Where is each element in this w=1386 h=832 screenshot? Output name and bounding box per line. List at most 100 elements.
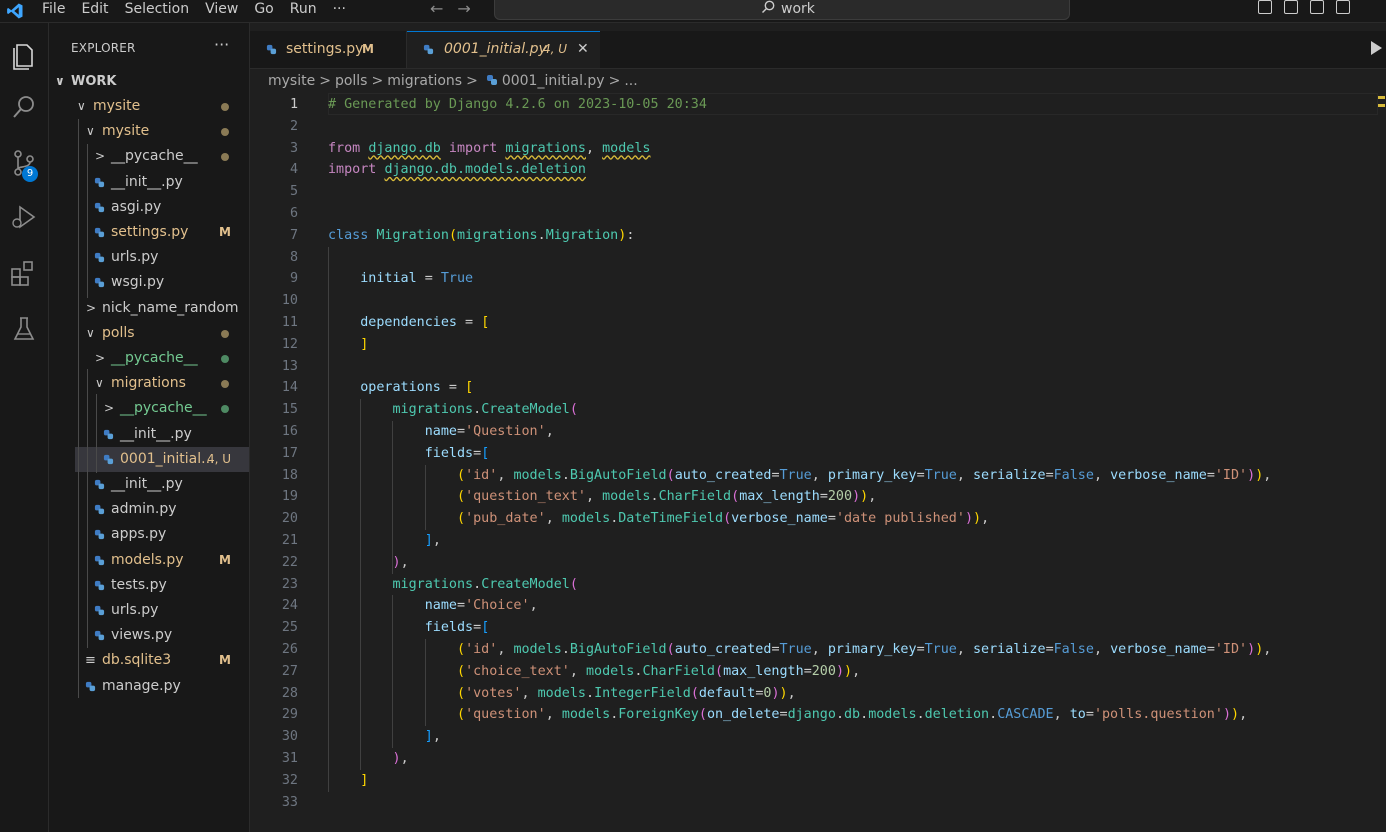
code-token: models — [561, 707, 611, 723]
code-line[interactable]: dependencies = [ — [328, 312, 489, 334]
breadcrumb-item[interactable]: polls — [335, 73, 368, 89]
run-debug-icon[interactable] — [6, 199, 42, 235]
tree-file[interactable]: settings.py M — [49, 220, 249, 245]
code-line[interactable]: from django.db import migrations, models — [328, 138, 651, 160]
search-icon[interactable] — [6, 89, 42, 125]
customize-layout-icon[interactable] — [1336, 0, 1350, 14]
vscode-logo-icon[interactable] — [6, 2, 24, 20]
python-file-icon — [94, 227, 105, 238]
tree-file[interactable]: apps.py — [49, 522, 249, 547]
code-line[interactable]: name='Question', — [328, 421, 554, 443]
code-line[interactable]: ] — [328, 334, 368, 356]
workspace-root[interactable]: ∨ WORK — [49, 69, 249, 94]
code-line[interactable]: ], — [328, 530, 441, 552]
testing-flask-icon[interactable] — [6, 311, 42, 347]
menu-item[interactable]: ··· — [333, 0, 346, 18]
code-token: ) — [392, 554, 401, 570]
tree-file[interactable]: ≡ db.sqlite3 M — [49, 648, 249, 673]
code-line[interactable]: ('question_text', models.CharField(max_l… — [328, 486, 876, 508]
code-token: ( — [457, 511, 466, 527]
tree-file[interactable]: __init__.py — [49, 422, 249, 447]
code-line[interactable]: ('id', models.BigAutoField(auto_created=… — [328, 639, 1271, 661]
explorer-more-actions[interactable]: ··· — [214, 35, 229, 54]
close-tab-icon[interactable]: ✕ — [577, 32, 589, 67]
code-line[interactable]: fields=[ — [328, 617, 490, 639]
tree-file[interactable]: __init__.py — [49, 170, 249, 195]
code-token: default — [698, 685, 756, 701]
menu-item[interactable]: Edit — [81, 0, 108, 18]
tab-settings-py[interactable]: settings.py M — [250, 31, 407, 68]
tree-file[interactable]: __init__.py — [49, 472, 249, 497]
code-token: = — [1045, 642, 1054, 657]
line-number: 29 — [281, 707, 298, 723]
code-line[interactable]: ), — [328, 552, 409, 574]
python-file-icon — [85, 681, 96, 691]
code-line[interactable]: ), — [328, 748, 409, 770]
breadcrumb-item[interactable]: ... — [624, 73, 637, 89]
code-token: . — [989, 707, 998, 723]
code-line[interactable]: migrations.CreateModel( — [328, 399, 578, 421]
menu-item[interactable]: Run — [290, 0, 317, 18]
code-line[interactable]: fields=[ — [328, 443, 490, 465]
run-python-file-icon[interactable] — [1371, 41, 1382, 55]
menu-item[interactable]: View — [205, 0, 238, 18]
code-line[interactable]: ], — [328, 726, 441, 748]
tree-folder[interactable]: ∨ migrations — [49, 371, 249, 396]
tab-0001-initial-py[interactable]: 0001_initial.py 4, U ✕ — [407, 31, 600, 68]
breadcrumb-item[interactable]: mysite — [268, 73, 315, 89]
tree-file[interactable]: models.py M — [49, 548, 249, 573]
code-token: verbose_name — [731, 511, 828, 527]
code-token: , — [569, 663, 586, 679]
tree-folder[interactable]: ∨ mysite — [49, 119, 249, 144]
code-line[interactable]: migrations.CreateModel( — [328, 574, 578, 596]
tree-folder[interactable]: > __pycache__ — [49, 346, 249, 371]
code-line[interactable]: ('votes', models.IntegerField(default=0)… — [328, 683, 796, 705]
tree-folder[interactable]: > __pycache__ — [49, 396, 249, 421]
code-token: 200 — [827, 489, 853, 505]
code-token: ( — [457, 467, 466, 483]
code-line[interactable]: ('question', models.ForeignKey(on_delete… — [328, 704, 1247, 726]
code-line[interactable]: initial = True — [328, 268, 473, 290]
toggle-panel-icon[interactable] — [1284, 0, 1298, 14]
code-token: [ — [481, 445, 490, 461]
extensions-icon[interactable] — [6, 255, 42, 291]
toggle-secondary-sidebar-icon[interactable] — [1310, 0, 1324, 14]
tree-file[interactable]: manage.py — [49, 674, 249, 699]
tree-file[interactable]: 0001_initial... 4, U — [75, 446, 249, 472]
code-line[interactable]: ('id', models.BigAutoField(auto_created=… — [328, 465, 1271, 487]
code-line[interactable]: # Generated by Django 4.2.6 on 2023-10-0… — [328, 94, 707, 116]
code-line[interactable]: import django.db.models.deletion — [328, 159, 586, 181]
back-arrow-icon[interactable]: ← — [430, 0, 443, 18]
code-token: , — [586, 140, 603, 156]
tree-file[interactable]: urls.py — [49, 598, 249, 623]
code-line[interactable]: operations = [ — [328, 377, 473, 399]
code-line[interactable]: class Migration(migrations.Migration): — [328, 225, 634, 247]
explorer-files-icon[interactable] — [6, 37, 42, 73]
tree-file[interactable]: tests.py — [49, 573, 249, 598]
tree-folder[interactable]: > __pycache__ — [49, 144, 249, 169]
code-line[interactable]: ] — [328, 770, 368, 792]
menu-item[interactable]: Selection — [125, 0, 190, 18]
command-center-search[interactable]: work — [494, 0, 1070, 20]
forward-arrow-icon[interactable]: → — [457, 0, 470, 18]
code-token: = — [916, 467, 925, 483]
code-token: name — [424, 424, 457, 439]
code-editor[interactable]: 1 # Generated by Django 4.2.6 on 2023-10-… — [250, 93, 1386, 832]
tree-file[interactable]: wsgi.py — [49, 270, 249, 295]
tree-folder[interactable]: > nick_name_random — [49, 296, 249, 321]
tree-file[interactable]: urls.py — [49, 245, 249, 270]
code-line[interactable]: ('pub_date', models.DateTimeField(verbos… — [328, 508, 989, 530]
tree-item-label: admin.py — [111, 501, 177, 518]
menu-item[interactable]: Go — [254, 0, 273, 18]
toggle-sidebar-icon[interactable] — [1258, 0, 1272, 14]
breadcrumb-item[interactable]: migrations — [387, 73, 462, 89]
breadcrumb-item[interactable]: 0001_initial.py — [502, 73, 605, 89]
tree-file[interactable]: views.py — [49, 623, 249, 648]
tree-folder[interactable]: ∨ polls — [49, 321, 249, 346]
tree-file[interactable]: asgi.py — [49, 195, 249, 220]
code-line[interactable]: ('choice_text', models.CharField(max_len… — [328, 661, 860, 683]
tree-file[interactable]: admin.py — [49, 497, 249, 522]
menu-item[interactable]: File — [42, 0, 65, 18]
tree-folder[interactable]: ∨ mysite — [49, 94, 249, 119]
